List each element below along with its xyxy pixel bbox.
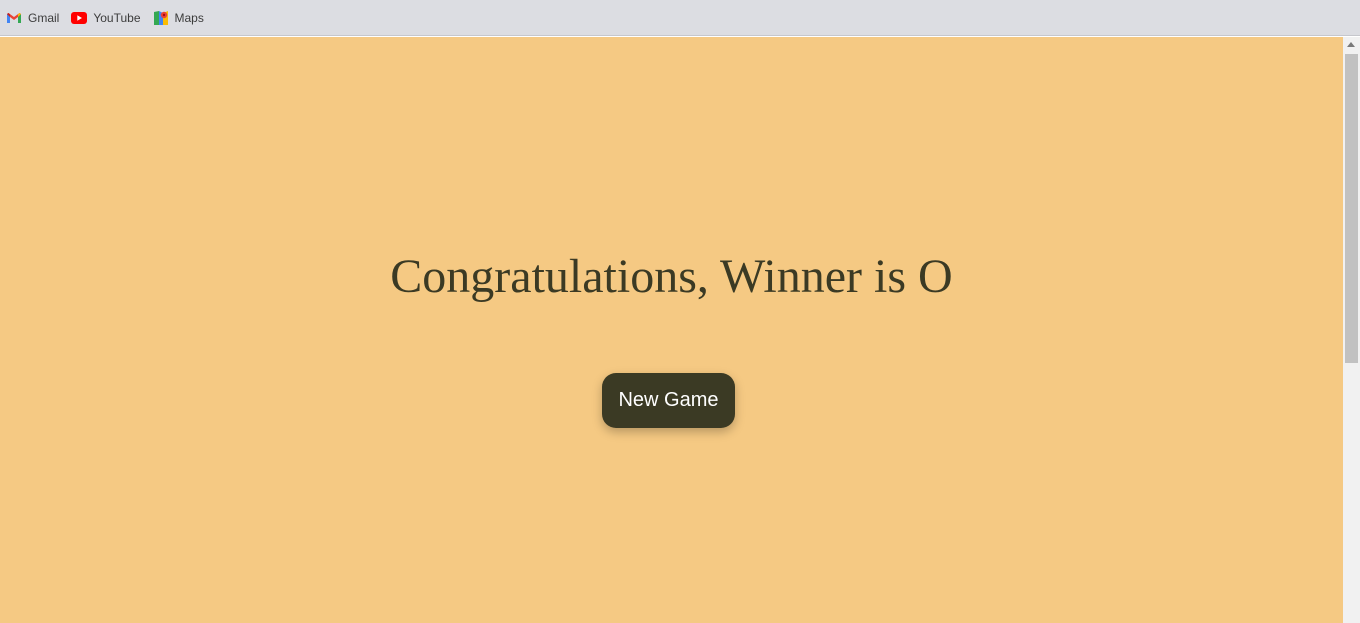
vertical-scrollbar[interactable] <box>1343 37 1360 623</box>
game-page: Congratulations, Winner is O New Game <box>0 37 1343 623</box>
youtube-icon <box>71 10 88 26</box>
winner-message: Congratulations, Winner is O <box>390 250 953 303</box>
maps-icon <box>153 10 169 26</box>
bookmark-label: Maps <box>174 10 204 25</box>
scroll-up-arrow-icon[interactable] <box>1347 42 1355 47</box>
scrollbar-thumb[interactable] <box>1345 54 1358 363</box>
bookmarks-bar: Gmail YouTube Maps <box>0 0 1360 36</box>
bookmark-label: Gmail <box>28 10 60 25</box>
bookmark-youtube[interactable]: YouTube <box>71 4 150 32</box>
bookmark-maps[interactable]: Maps <box>153 4 214 32</box>
new-game-button[interactable]: New Game <box>602 373 735 428</box>
bookmark-label: YouTube <box>93 10 141 25</box>
bookmark-gmail[interactable]: Gmail <box>6 4 69 32</box>
gmail-icon <box>6 10 22 26</box>
